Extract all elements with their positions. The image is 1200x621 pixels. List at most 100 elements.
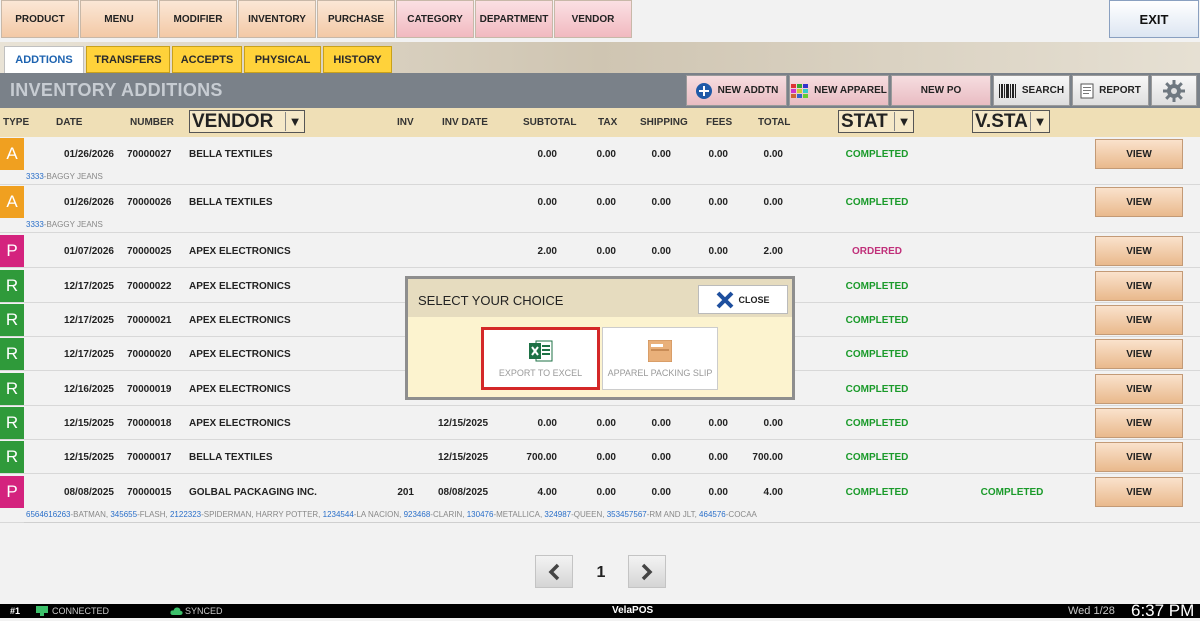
col-number: NUMBER: [130, 117, 174, 128]
type-badge: P: [0, 476, 24, 508]
new-po-label: NEW PO: [920, 85, 962, 96]
vendor-filter-label: VENDOR: [192, 110, 274, 132]
tab-history[interactable]: HISTORY: [323, 46, 392, 73]
view-button[interactable]: VIEW: [1095, 139, 1183, 169]
cell-number: 70000020: [127, 349, 172, 360]
next-page-button[interactable]: [628, 555, 666, 588]
cell-total: 2.00: [763, 246, 783, 257]
status-text: COMPLETED: [845, 349, 909, 360]
table-row: R 12/15/2025 70000017 BELLA TEXTILES 12/15/2…: [0, 440, 1200, 474]
cell-fees: 0.00: [708, 149, 728, 160]
nav-inventory-button[interactable]: INVENTORY: [238, 0, 316, 38]
view-button[interactable]: VIEW: [1095, 305, 1183, 335]
top-nav: PRODUCT MENU MODIFIER INVENTORY PURCHASE…: [0, 0, 1200, 42]
status-text: COMPLETED: [845, 418, 909, 429]
cell-shipping: 0.00: [651, 452, 671, 463]
item-name: -RM AND JLT,: [646, 510, 700, 519]
chevron-down-icon: ▼: [1030, 112, 1049, 131]
new-addtn-button[interactable]: NEW ADDTN: [686, 75, 787, 106]
item-code: 6564616263: [26, 510, 71, 519]
view-button[interactable]: VIEW: [1095, 442, 1183, 472]
new-apparel-button[interactable]: NEW APPAREL: [789, 75, 889, 106]
network-icon: [36, 606, 48, 616]
new-apparel-label: NEW APPAREL: [814, 85, 887, 96]
view-button[interactable]: VIEW: [1095, 339, 1183, 369]
view-button[interactable]: VIEW: [1095, 374, 1183, 404]
cell-date: 08/08/2025: [63, 487, 114, 498]
settings-button[interactable]: [1151, 75, 1197, 106]
close-icon: [717, 291, 734, 308]
view-button[interactable]: VIEW: [1095, 236, 1183, 266]
item-summary: 6564616263-BATMAN, 345655-FLASH, 2122323…: [26, 510, 757, 519]
table-header: TYPE DATE NUMBER VENDOR ▼ INV INV DATE S…: [0, 108, 1200, 137]
dialog-close-button[interactable]: CLOSE: [698, 285, 788, 314]
cell-inv-date: 12/15/2025: [438, 452, 489, 463]
cell-subtotal: 0.00: [537, 418, 557, 429]
view-button[interactable]: VIEW: [1095, 477, 1183, 507]
gear-icon: [1163, 79, 1185, 102]
item-name: -QUEEN,: [571, 510, 607, 519]
tab-transfers[interactable]: TRANSFERS: [86, 46, 170, 73]
report-button[interactable]: REPORT: [1072, 75, 1149, 106]
col-date: DATE: [56, 117, 83, 128]
cell-subtotal: 4.00: [537, 487, 557, 498]
cell-tax: 0.00: [596, 246, 616, 257]
prev-page-button[interactable]: [535, 555, 573, 588]
cell-total: 700.00: [752, 452, 783, 463]
item-summary: 3333-BAGGY JEANS: [26, 172, 103, 181]
item-name: -BAGGY JEANS: [43, 220, 103, 229]
cell-fees: 0.00: [708, 197, 728, 208]
nav-modifier-button[interactable]: MODIFIER: [159, 0, 237, 38]
cell-tax: 0.00: [596, 487, 616, 498]
exit-button[interactable]: EXIT: [1109, 0, 1199, 38]
export-to-excel-button[interactable]: EXPORT TO EXCEL: [481, 327, 600, 390]
tab-accepts[interactable]: ACCEPTS: [172, 46, 242, 73]
nav-vendor-button[interactable]: VENDOR: [554, 0, 632, 38]
status-text: ORDERED: [851, 246, 902, 257]
cell-date: 12/17/2025: [63, 281, 114, 292]
cell-number: 70000019: [127, 384, 172, 395]
app-name: VelaPOS: [612, 605, 654, 616]
apparel-packing-slip-button[interactable]: APPAREL PACKING SLIP: [602, 327, 718, 390]
packing-slip-icon: [648, 339, 672, 362]
item-code: 1234544: [322, 510, 354, 519]
vendor-filter-dropdown[interactable]: VENDOR ▼: [189, 110, 305, 133]
nav-menu-button[interactable]: MENU: [80, 0, 158, 38]
cell-shipping: 0.00: [651, 418, 671, 429]
type-badge: R: [0, 338, 24, 370]
cell-shipping: 0.00: [651, 246, 671, 257]
item-name: -LA NACION,: [353, 510, 404, 519]
status-bar: #1 CONNECTED SYNCED VelaPOS Wed 1/28 6:3…: [0, 601, 1200, 620]
cell-fees: 0.00: [708, 487, 728, 498]
nav-purchase-button[interactable]: PURCHASE: [317, 0, 395, 38]
item-code: 2122323: [169, 510, 202, 519]
cell-number: 70000018: [127, 418, 172, 429]
cell-tax: 0.00: [596, 197, 616, 208]
tab-physical[interactable]: PHYSICAL: [244, 46, 321, 73]
report-label: REPORT: [1099, 85, 1141, 96]
tab-additions[interactable]: ADDTIONS: [4, 46, 84, 73]
search-button[interactable]: SEARCH: [993, 75, 1070, 106]
new-po-button[interactable]: NEW PO: [891, 75, 991, 106]
vstatus-filter-dropdown[interactable]: V.STA ▼: [972, 110, 1050, 133]
cell-number: 70000015: [127, 487, 172, 498]
dialog-title: SELECT YOUR CHOICE: [418, 293, 564, 308]
col-fees: FEES: [706, 117, 733, 128]
cell-vendor: APEX ELECTRONICS: [189, 349, 291, 360]
item-name: -SPIDERMAN, HARRY POTTER,: [201, 510, 323, 519]
nav-category-button[interactable]: CATEGORY: [396, 0, 474, 38]
choice-dialog-frame: SELECT YOUR CHOICE CLOSE EXPORT TO EXCEL: [405, 276, 795, 400]
view-button[interactable]: VIEW: [1095, 408, 1183, 438]
cell-date: 12/17/2025: [63, 349, 114, 360]
type-badge: R: [0, 270, 24, 302]
chevron-left-icon: [548, 563, 560, 580]
cell-date: 01/07/2026: [63, 246, 114, 257]
view-button[interactable]: VIEW: [1095, 271, 1183, 301]
status-filter-dropdown[interactable]: STAT ▼: [838, 110, 914, 133]
nav-product-button[interactable]: PRODUCT: [1, 0, 79, 38]
cell-fees: 0.00: [708, 418, 728, 429]
col-inv: INV: [397, 117, 414, 128]
nav-department-button[interactable]: DEPARTMENT: [475, 0, 553, 38]
view-button[interactable]: VIEW: [1095, 187, 1183, 217]
cell-shipping: 0.00: [651, 149, 671, 160]
